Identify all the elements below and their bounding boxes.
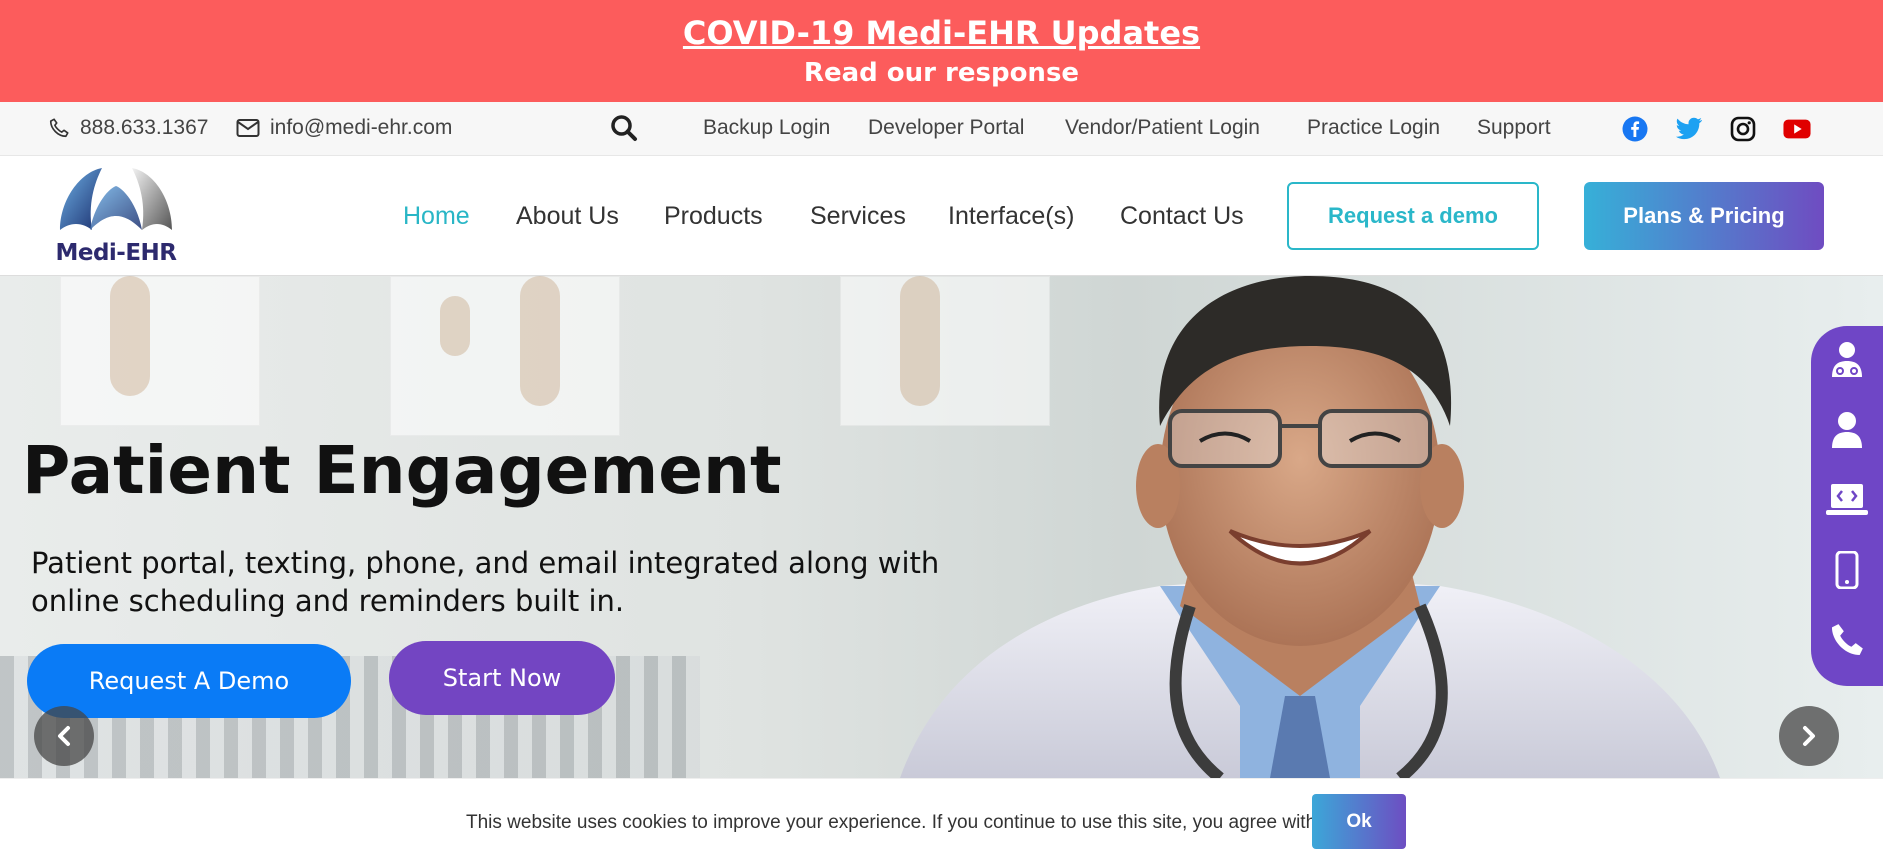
utility-bar: 888.633.1367 info@medi-ehr.com Backup Lo… xyxy=(0,102,1883,156)
phone-number: 888.633.1367 xyxy=(80,116,209,139)
search-icon[interactable] xyxy=(610,114,638,142)
covid-banner: COVID-19 Medi-EHR Updates Read our respo… xyxy=(0,0,1883,102)
laptop-code-icon[interactable] xyxy=(1825,478,1869,522)
covid-updates-link[interactable]: COVID-19 Medi-EHR Updates xyxy=(0,14,1883,52)
main-navigation: Medi-EHR Home About Us Products Services… xyxy=(0,156,1883,276)
floating-quick-links xyxy=(1811,326,1883,686)
developer-portal-link[interactable]: Developer Portal xyxy=(868,116,1024,140)
background-poster xyxy=(390,276,620,436)
medi-ehr-logo[interactable]: Medi-EHR xyxy=(50,160,182,272)
email-address: info@medi-ehr.com xyxy=(270,116,453,139)
hero-title: Patient Engagement xyxy=(22,432,782,509)
envelope-icon xyxy=(236,118,260,138)
user-icon[interactable] xyxy=(1825,408,1869,452)
hero-slider: Patient Engagement Patient portal, texti… xyxy=(0,276,1883,778)
facebook-icon[interactable] xyxy=(1621,115,1649,143)
nav-products[interactable]: Products xyxy=(664,202,763,231)
background-figure xyxy=(440,296,470,356)
nav-contact-us[interactable]: Contact Us xyxy=(1120,202,1244,231)
mobile-icon[interactable] xyxy=(1825,548,1869,592)
chevron-right-icon xyxy=(1803,726,1815,746)
nav-interfaces[interactable]: Interface(s) xyxy=(948,202,1074,231)
support-link[interactable]: Support xyxy=(1477,116,1551,140)
twitter-icon[interactable] xyxy=(1675,115,1703,143)
phone-contact[interactable]: 888.633.1367 xyxy=(48,116,208,140)
background-figure xyxy=(520,276,560,406)
nav-about-us[interactable]: About Us xyxy=(516,202,619,231)
backup-login-link[interactable]: Backup Login xyxy=(703,116,830,140)
cookie-consent-bar: This website uses cookies to improve you… xyxy=(0,778,1883,855)
doctor-icon[interactable] xyxy=(1825,338,1869,382)
email-contact[interactable]: info@medi-ehr.com xyxy=(236,116,452,140)
cookie-ok-button[interactable]: Ok xyxy=(1312,794,1406,849)
slider-next-arrow[interactable] xyxy=(1779,706,1839,766)
chevron-left-icon xyxy=(58,726,70,746)
doctor-photo xyxy=(900,276,1720,778)
background-figure xyxy=(110,276,150,396)
hero-start-now-button[interactable]: Start Now xyxy=(389,641,615,715)
vendor-patient-login-link[interactable]: Vendor/Patient Login xyxy=(1065,116,1260,140)
covid-response-text[interactable]: Read our response xyxy=(0,58,1883,88)
youtube-icon[interactable] xyxy=(1783,115,1811,143)
background-poster xyxy=(60,276,260,426)
request-demo-button[interactable]: Request a demo xyxy=(1287,182,1539,250)
slider-prev-arrow[interactable] xyxy=(34,706,94,766)
phone-icon[interactable] xyxy=(1825,618,1869,662)
practice-login-link[interactable]: Practice Login xyxy=(1307,116,1440,140)
hero-description: Patient portal, texting, phone, and emai… xyxy=(31,546,940,618)
instagram-icon[interactable] xyxy=(1729,115,1757,143)
plans-pricing-button[interactable]: Plans & Pricing xyxy=(1584,182,1824,250)
nav-services[interactable]: Services xyxy=(810,202,906,231)
logo-wordmark: Medi-EHR xyxy=(55,240,177,266)
hero-request-demo-button[interactable]: Request A Demo xyxy=(27,644,351,718)
phone-icon xyxy=(48,117,70,139)
nav-home[interactable]: Home xyxy=(403,202,470,231)
cookie-message: This website uses cookies to improve you… xyxy=(466,812,1337,833)
